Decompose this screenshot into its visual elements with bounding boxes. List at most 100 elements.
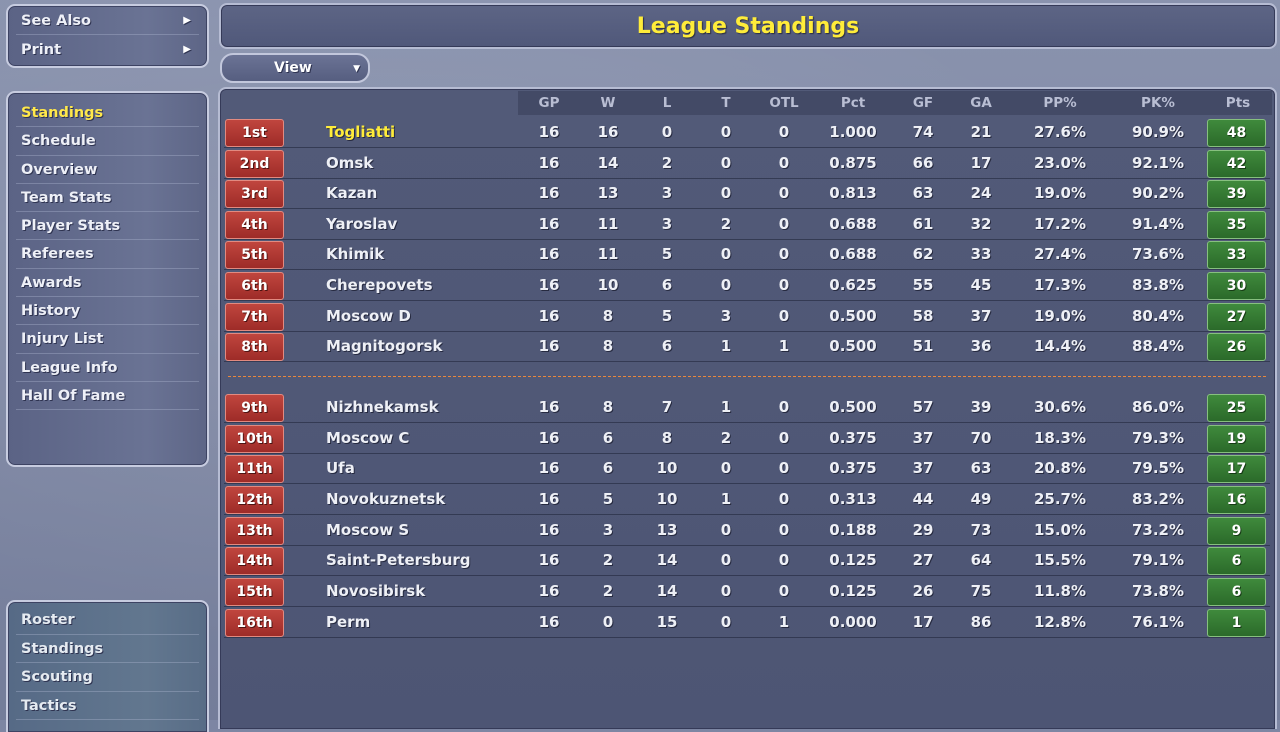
cell-ga: 24: [970, 184, 992, 202]
cell-otl: 0: [778, 490, 790, 508]
rank-badge[interactable]: 9th: [225, 394, 284, 422]
rank-badge[interactable]: 15th: [225, 578, 284, 606]
points-badge: 9: [1207, 517, 1266, 545]
table-row: 6th Cherepovets 16 10 6 0 0 0.625 55 45 17.3% 83.8%…: [224, 270, 1270, 301]
cell-l: 6: [661, 337, 673, 355]
cell-pct: 0.688: [829, 215, 877, 233]
team-name[interactable]: Nizhnekamsk: [326, 392, 439, 422]
rank-badge[interactable]: 13th: [225, 517, 284, 545]
print-menu[interactable]: Print ▶: [16, 35, 199, 63]
view-dropdown[interactable]: View ▼: [220, 53, 370, 83]
column-header-pts[interactable]: Pts: [1210, 91, 1266, 115]
nav-item-league-info[interactable]: League Info: [16, 354, 199, 382]
column-header-gp[interactable]: GP: [521, 91, 577, 115]
column-header-pp-pct[interactable]: PP%: [1020, 91, 1100, 115]
rank-badge[interactable]: 14th: [225, 547, 284, 575]
cell-ga: 39: [970, 398, 992, 416]
team-name[interactable]: Novokuznetsk: [326, 484, 445, 514]
team-name[interactable]: Perm: [326, 607, 370, 637]
rank-badge[interactable]: 11th: [225, 455, 284, 483]
cell-pp-pct: 25.7%: [1033, 490, 1087, 508]
column-header-ga[interactable]: GA: [953, 91, 1009, 115]
cell-pct: 0.375: [829, 459, 877, 477]
rank-badge[interactable]: 10th: [225, 425, 284, 453]
rank-badge[interactable]: 8th: [225, 333, 284, 361]
cell-pct: 0.813: [829, 184, 877, 202]
rank-badge[interactable]: 7th: [225, 303, 284, 331]
nav-item-referees[interactable]: Referees: [16, 240, 199, 269]
team-name[interactable]: Kazan: [326, 178, 377, 208]
cell-ga: 21: [970, 123, 992, 141]
cell-otl: 0: [778, 459, 790, 477]
team-name[interactable]: Ufa: [326, 453, 355, 483]
rank-badge[interactable]: 4th: [225, 211, 284, 239]
team-nav-item-tactics[interactable]: Tactics: [16, 692, 199, 720]
rank-badge[interactable]: 6th: [225, 272, 284, 300]
rank-badge[interactable]: 5th: [225, 241, 284, 269]
team-nav-item-scouting[interactable]: Scouting: [16, 663, 199, 692]
team-name[interactable]: Saint-Petersburg: [326, 545, 471, 575]
cell-gp: 16: [538, 613, 560, 631]
cell-otl: 0: [778, 429, 790, 447]
nav-item-awards[interactable]: Awards: [16, 269, 199, 298]
column-header-pk-pct[interactable]: PK%: [1118, 91, 1198, 115]
cell-gf: 58: [912, 307, 934, 325]
cell-t: 1: [720, 490, 732, 508]
rank-badge[interactable]: 3rd: [225, 180, 284, 208]
cell-gp: 16: [538, 337, 560, 355]
cell-otl: 0: [778, 184, 790, 202]
cell-pp-pct: 17.3%: [1033, 276, 1087, 294]
team-name[interactable]: Magnitogorsk: [326, 331, 442, 361]
team-nav-item-roster[interactable]: Roster: [16, 606, 199, 635]
cell-gp: 16: [538, 459, 560, 477]
cell-gf: 51: [912, 337, 934, 355]
column-header-gf[interactable]: GF: [895, 91, 951, 115]
nav-item-standings[interactable]: Standings: [16, 99, 199, 128]
rank-badge[interactable]: 16th: [225, 609, 284, 637]
team-name[interactable]: Cherepovets: [326, 270, 433, 300]
nav-item-team-stats[interactable]: Team Stats: [16, 184, 199, 213]
cell-l: 2: [661, 154, 673, 172]
team-name[interactable]: Moscow D: [326, 301, 411, 331]
nav-item-injury-list[interactable]: Injury List: [16, 325, 199, 354]
cell-gp: 16: [538, 490, 560, 508]
cell-gp: 16: [538, 123, 560, 141]
nav-item-hall-of-fame[interactable]: Hall Of Fame: [16, 382, 199, 411]
team-name[interactable]: Togliatti: [326, 117, 395, 147]
rank-badge[interactable]: 2nd: [225, 150, 284, 178]
column-header-pct[interactable]: Pct: [825, 91, 881, 115]
column-header-t[interactable]: T: [698, 91, 754, 115]
nav-item-history[interactable]: History: [16, 297, 199, 326]
cell-ga: 32: [970, 215, 992, 233]
cell-pk-pct: 88.4%: [1131, 337, 1185, 355]
team-nav-item-standings[interactable]: Standings: [16, 635, 199, 663]
team-name[interactable]: Moscow C: [326, 423, 409, 453]
cell-w: 8: [602, 307, 614, 325]
see-also-menu[interactable]: See Also ▶: [16, 6, 199, 35]
nav-item-overview[interactable]: Overview: [16, 156, 199, 184]
team-name[interactable]: Moscow S: [326, 515, 409, 545]
team-name[interactable]: Yaroslav: [326, 209, 397, 239]
cell-pct: 0.313: [829, 490, 877, 508]
points-badge: 30: [1207, 272, 1266, 300]
cell-pp-pct: 20.8%: [1033, 459, 1087, 477]
cell-otl: 0: [778, 582, 790, 600]
points-badge: 26: [1207, 333, 1266, 361]
column-header-l[interactable]: L: [639, 91, 695, 115]
column-header-otl[interactable]: OTL: [756, 91, 812, 115]
team-name[interactable]: Novosibirsk: [326, 576, 425, 606]
cell-otl: 0: [778, 245, 790, 263]
cell-gf: 29: [912, 521, 934, 539]
team-name[interactable]: Khimik: [326, 239, 384, 269]
cell-l: 6: [661, 276, 673, 294]
column-header-w[interactable]: W: [580, 91, 636, 115]
cell-gf: 61: [912, 215, 934, 233]
nav-item-player-stats[interactable]: Player Stats: [16, 212, 199, 241]
team-name[interactable]: Omsk: [326, 148, 373, 178]
cell-t: 0: [720, 459, 732, 477]
rank-badge[interactable]: 12th: [225, 486, 284, 514]
rank-badge[interactable]: 1st: [225, 119, 284, 147]
cell-pp-pct: 18.3%: [1033, 429, 1087, 447]
cell-pct: 0.125: [829, 551, 877, 569]
nav-item-schedule[interactable]: Schedule: [16, 127, 199, 156]
